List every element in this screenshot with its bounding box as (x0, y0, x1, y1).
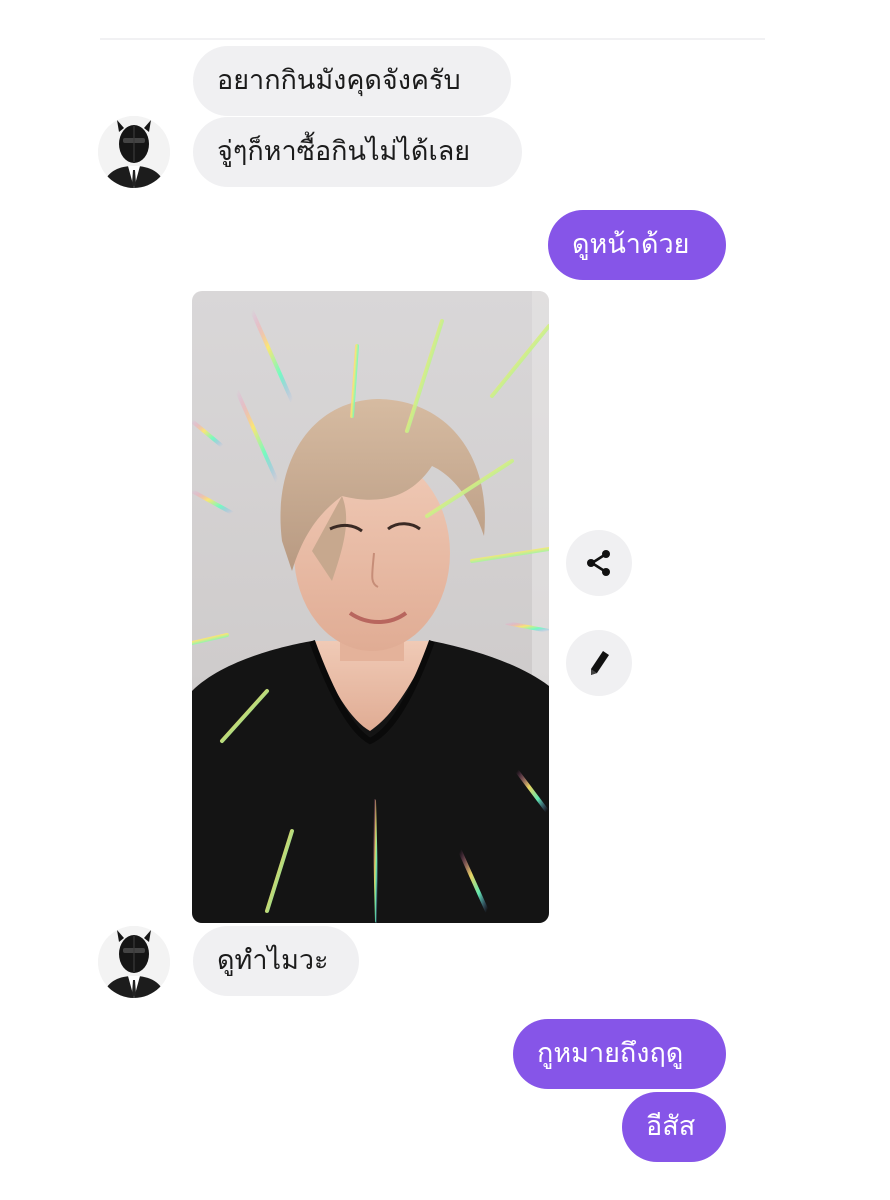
incoming-message-bubble[interactable]: ดูทำไมวะ (193, 926, 359, 996)
share-icon (587, 550, 610, 576)
message-text: อีสัส (646, 1111, 696, 1142)
outgoing-message-bubble[interactable]: ดูหน้าด้วย (548, 210, 726, 280)
edit-button[interactable] (566, 630, 632, 696)
photo-message[interactable] (192, 291, 549, 923)
masked-person-avatar-icon (98, 116, 170, 188)
masked-person-avatar-icon (98, 926, 170, 998)
pencil-icon (591, 651, 609, 675)
outgoing-message-bubble[interactable]: กูหมายถึงฤดู (513, 1019, 726, 1089)
message-text: อยากกินมังคุดจังครับ (217, 65, 461, 96)
contact-avatar[interactable] (98, 926, 170, 998)
outgoing-message-bubble[interactable]: อีสัส (622, 1092, 726, 1162)
selfie-photo (192, 291, 549, 923)
message-text: ดูหน้าด้วย (572, 229, 690, 260)
incoming-message-bubble[interactable]: จู่ๆก็หาซื้อกินไม่ได้เลย (193, 117, 522, 187)
incoming-message-bubble[interactable]: อยากกินมังคุดจังครับ (193, 46, 511, 116)
share-button[interactable] (566, 530, 632, 596)
contact-avatar[interactable] (98, 116, 170, 188)
message-text: จู่ๆก็หาซื้อกินไม่ได้เลย (217, 136, 471, 167)
message-text: กูหมายถึงฤดู (537, 1038, 684, 1069)
message-text: ดูทำไมวะ (217, 945, 329, 976)
chat-top-divider (100, 38, 765, 40)
